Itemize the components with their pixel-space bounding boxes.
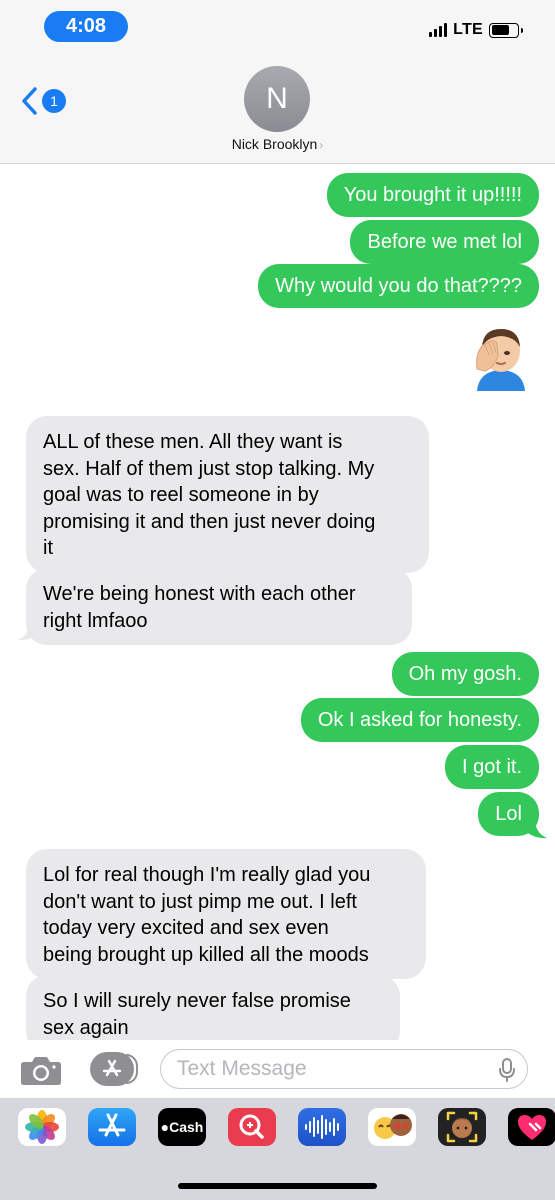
home-indicator[interactable] (178, 1183, 377, 1189)
apps-button-ring (126, 1054, 138, 1084)
app-store-icon (102, 1060, 122, 1077)
received-message[interactable]: Lol for real though I'm really glad you … (26, 849, 426, 979)
sent-message[interactable]: You brought it up!!!!! (326, 173, 539, 217)
search-images-icon[interactable] (228, 1108, 276, 1146)
apple-cash-label: Cash (169, 1119, 204, 1135)
status-time: 4:08 (44, 11, 128, 42)
message-line: goal was to reel someone in by (43, 484, 319, 506)
received-message[interactable]: So I will surely never false promise sex… (26, 975, 400, 1040)
incoming-bubble-tail (18, 621, 40, 641)
network-type: LTE (453, 21, 483, 38)
message-line: don't want to just pimp me out. I left (43, 890, 357, 913)
audio-message-icon[interactable] (298, 1108, 346, 1146)
contact-name-label: Nick Brooklyn (231, 136, 318, 152)
contact-avatar[interactable]: N (244, 66, 310, 132)
message-input-placeholder: Text Message (177, 1057, 307, 1080)
message-line: We're being honest with each other (43, 583, 356, 605)
compose-bar: Text Message (0, 1040, 555, 1098)
chevron-right-icon: › (319, 138, 324, 152)
status-indicators: LTE (429, 20, 523, 40)
message-line: it (43, 537, 53, 559)
back-button[interactable]: 1 (20, 86, 66, 116)
microphone-icon[interactable] (499, 1058, 515, 1082)
photos-app-icon[interactable] (18, 1108, 66, 1146)
message-thread[interactable]: You brought it up!!!!! Before we met lol… (0, 165, 555, 1040)
contact-name[interactable]: Nick Brooklyn › (0, 136, 555, 152)
outgoing-bubble-tail (525, 819, 547, 839)
apple-cash-icon[interactable]: ●Cash (158, 1108, 206, 1146)
message-line: right lmfaoo (43, 609, 148, 632)
facepalm-emoji[interactable] (471, 325, 531, 391)
chevron-left-icon (22, 87, 37, 115)
unread-count-badge: 1 (42, 89, 66, 113)
apple-logo-icon: ● (160, 1119, 170, 1135)
memoji-stickers-icon[interactable] (368, 1108, 416, 1146)
message-line: ALL of these men. All they want is (43, 431, 343, 453)
received-message[interactable]: ALL of these men. All they want is sex. … (26, 416, 429, 573)
battery-icon (489, 22, 523, 38)
message-line: Lol for real though I'm really glad you (43, 864, 371, 886)
message-line: being brought up killed all the moods (43, 943, 369, 966)
sent-message[interactable]: I got it. (444, 745, 539, 789)
camera-icon[interactable] (20, 1054, 62, 1086)
sent-message[interactable]: Before we met lol (350, 220, 539, 264)
message-line: So I will surely never false promise (43, 990, 351, 1012)
message-input[interactable]: Text Message (160, 1049, 528, 1089)
message-line: today very excited and sex even (43, 917, 329, 939)
app-store-icon[interactable] (88, 1108, 136, 1146)
message-line: sex again (43, 1016, 129, 1039)
received-message[interactable]: We're being honest with each other right… (26, 568, 412, 645)
digital-touch-icon[interactable] (508, 1108, 555, 1146)
message-line: promising it and then just never doing (43, 510, 376, 533)
message-line: sex. Half of them just stop talking. My (43, 457, 375, 480)
sent-message[interactable]: Ok I asked for honesty. (300, 698, 539, 742)
sent-message[interactable]: Oh my gosh. (391, 652, 539, 696)
cellular-signal-icon (429, 23, 448, 37)
sent-message[interactable]: Why would you do that???? (258, 264, 539, 308)
animoji-icon[interactable] (438, 1108, 486, 1146)
